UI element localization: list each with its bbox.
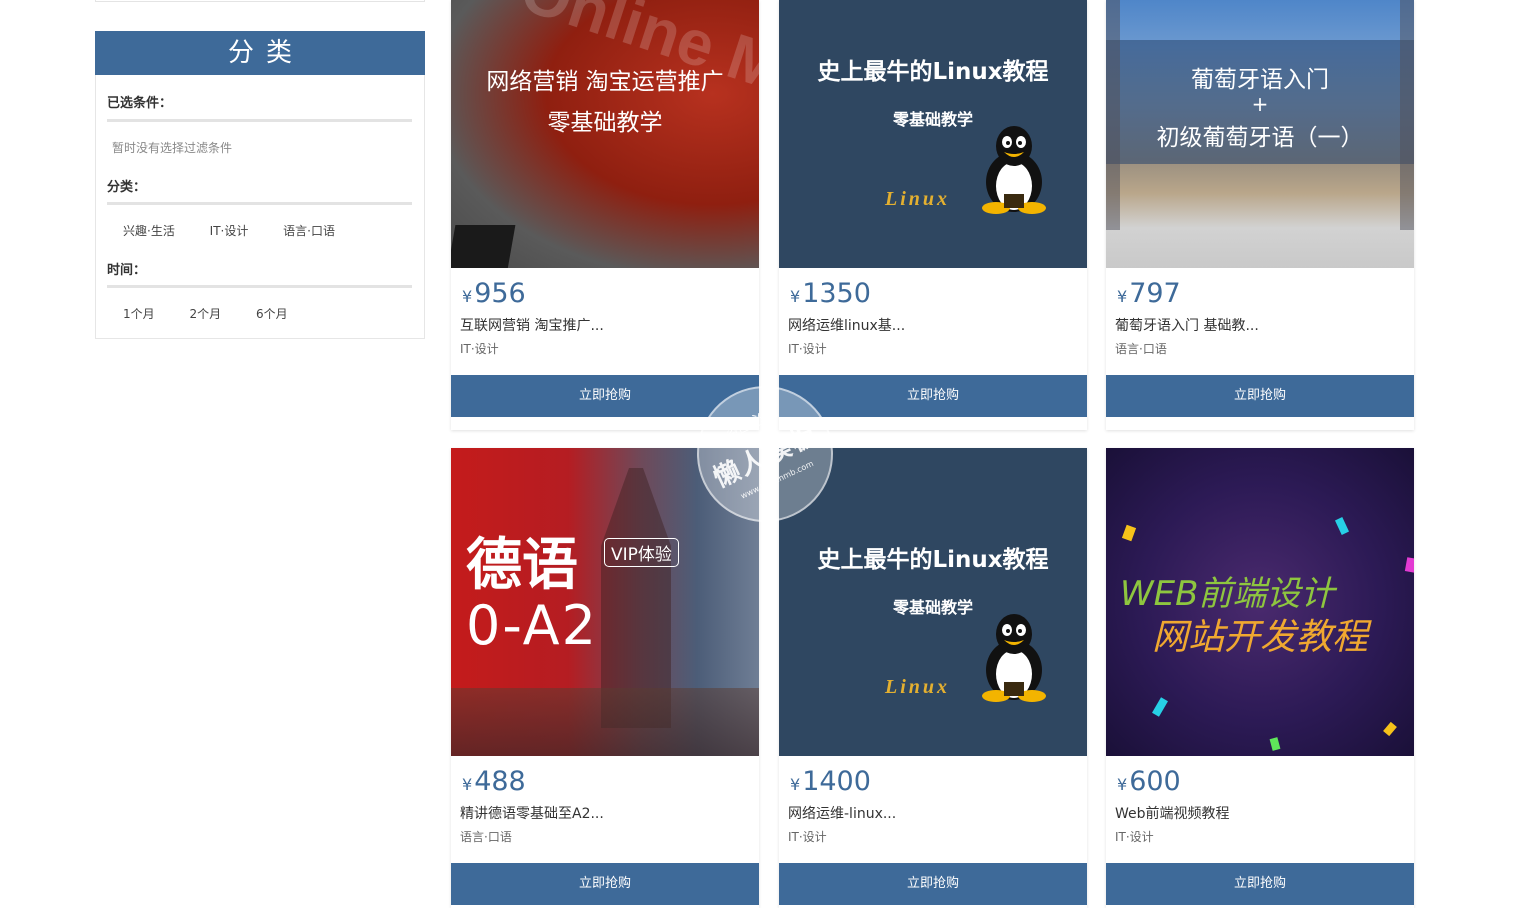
linux-logo-text: Linux xyxy=(885,676,951,698)
buy-now-button[interactable]: 立即抢购 xyxy=(779,375,1087,417)
sidebar-header: 分类 xyxy=(95,31,425,75)
currency-symbol: ¥ xyxy=(462,287,473,306)
penguin-icon xyxy=(982,614,1046,702)
product-price: ¥600 xyxy=(1117,766,1181,797)
time-filter-1-month[interactable]: 1个月 xyxy=(123,305,155,322)
linux-logo-text: Linux xyxy=(885,188,951,210)
thumb-subtitle: 初级葡萄牙语（一） xyxy=(1156,125,1364,151)
product-card[interactable]: WEB前端设计 网站开发教程 ¥600 Web前端视频教程 IT·设计 立即抢购 xyxy=(1106,448,1414,908)
confetti-shape xyxy=(1152,697,1168,717)
street-shape xyxy=(451,688,759,756)
product-category: IT·设计 xyxy=(788,830,827,844)
product-card[interactable]: 史上最牛的Linux教程 零基础教学 Linux ¥1350 网络运维linux… xyxy=(779,0,1087,430)
price-value: 797 xyxy=(1129,278,1181,309)
category-label: 分类： xyxy=(107,180,147,195)
thumb-title: 葡萄牙语入门 xyxy=(1191,67,1329,93)
product-thumbnail[interactable]: 史上最牛的Linux教程 零基础教学 Linux xyxy=(779,0,1087,268)
buy-now-button[interactable]: 立即抢购 xyxy=(1106,863,1414,905)
time-label: 时间： xyxy=(107,263,147,278)
product-card[interactable]: Online Marketing 网络营销 淘宝运营推广 零基础教学 ¥956 … xyxy=(451,0,759,430)
category-filter-hobby[interactable]: 兴趣·生活 xyxy=(123,222,175,239)
product-thumbnail[interactable]: 葡萄牙语入门 + 初级葡萄牙语（一） xyxy=(1106,0,1414,268)
thumb-subtitle: 零基础教学 xyxy=(547,110,663,136)
product-thumbnail[interactable]: WEB前端设计 网站开发教程 xyxy=(1106,448,1414,756)
currency-symbol: ¥ xyxy=(1117,287,1128,306)
product-title[interactable]: 互联网营销 淘宝推广... xyxy=(460,315,604,335)
product-title[interactable]: Web前端视频教程 xyxy=(1115,803,1230,823)
keyboard-key-shape xyxy=(451,225,516,268)
confetti-shape xyxy=(1404,557,1414,573)
product-title[interactable]: 网络运维linux基... xyxy=(788,315,905,335)
product-category: IT·设计 xyxy=(788,342,827,356)
price-value: 488 xyxy=(474,766,526,797)
product-price: ¥1350 xyxy=(790,278,871,309)
confetti-shape xyxy=(1383,721,1397,737)
category-filter-row: 兴趣·生活 IT·设计 语言·口语 xyxy=(123,222,335,239)
thumb-title: 史上最牛的Linux教程 xyxy=(817,59,1049,85)
product-category: 语言·口语 xyxy=(1115,342,1167,356)
price-value: 1400 xyxy=(802,766,871,797)
product-category: IT·设计 xyxy=(460,342,499,356)
penguin-icon xyxy=(982,126,1046,214)
currency-symbol: ¥ xyxy=(1117,775,1128,794)
category-filter-language[interactable]: 语言·口语 xyxy=(283,222,335,239)
product-title[interactable]: 葡萄牙语入门 基础教... xyxy=(1115,315,1259,335)
thumb-title: 史上最牛的Linux教程 xyxy=(817,547,1049,573)
buy-now-button[interactable]: 立即抢购 xyxy=(451,863,759,905)
thumb-subtitle: 网站开发教程 xyxy=(1152,617,1369,658)
product-price: ¥797 xyxy=(1117,278,1181,309)
price-value: 956 xyxy=(474,278,526,309)
time-filter-6-months[interactable]: 6个月 xyxy=(256,305,288,322)
product-card[interactable]: 史上最牛的Linux教程 零基础教学 Linux ¥1400 网络运维-linu… xyxy=(779,448,1087,908)
product-title[interactable]: 网络运维-linux... xyxy=(788,803,896,823)
buy-now-button[interactable]: 立即抢购 xyxy=(779,863,1087,905)
thumb-plus: + xyxy=(1251,92,1269,116)
product-thumbnail[interactable]: Online Marketing 网络营销 淘宝运营推广 零基础教学 xyxy=(451,0,759,268)
currency-symbol: ¥ xyxy=(462,775,473,794)
divider xyxy=(107,202,412,205)
divider xyxy=(107,285,412,288)
thumb-title: 网络营销 淘宝运营推广 xyxy=(486,69,724,95)
product-price: ¥1400 xyxy=(790,766,871,797)
time-filter-2-months[interactable]: 2个月 xyxy=(189,305,221,322)
previous-panel-edge xyxy=(95,0,425,2)
thumb-subtitle: 0-A2 xyxy=(466,594,598,657)
product-category: 语言·口语 xyxy=(460,830,512,844)
price-value: 600 xyxy=(1129,766,1181,797)
vip-badge: VIP体验 xyxy=(604,538,679,567)
buy-now-button[interactable]: 立即抢购 xyxy=(1106,375,1414,417)
price-value: 1350 xyxy=(802,278,871,309)
filter-sidebar: 分类 已选条件： 暂时没有选择过滤条件 分类： 兴趣·生活 IT·设计 语言·口… xyxy=(95,31,425,339)
confetti-shape xyxy=(1121,524,1137,542)
product-price: ¥488 xyxy=(462,766,526,797)
no-filter-note: 暂时没有选择过滤条件 xyxy=(112,141,233,155)
product-card[interactable]: 葡萄牙语入门 + 初级葡萄牙语（一） ¥797 葡萄牙语入门 基础教... 语言… xyxy=(1106,0,1414,430)
confetti-shape xyxy=(1269,737,1281,751)
confetti-shape xyxy=(1334,517,1350,535)
product-category: IT·设计 xyxy=(1115,830,1154,844)
product-title[interactable]: 精讲德语零基础至A2... xyxy=(460,803,604,823)
thumb-title: 德语 xyxy=(466,533,578,598)
currency-symbol: ¥ xyxy=(790,287,801,306)
selected-conditions-label: 已选条件： xyxy=(107,96,173,111)
product-price: ¥956 xyxy=(462,278,526,309)
divider xyxy=(107,119,412,122)
product-card[interactable]: 德语 0-A2 VIP体验 ¥488 精讲德语零基础至A2... 语言·口语 立… xyxy=(451,448,759,908)
product-thumbnail[interactable]: 史上最牛的Linux教程 零基础教学 Linux xyxy=(779,448,1087,756)
time-filter-row: 1个月 2个月 6个月 xyxy=(123,305,288,322)
category-filter-it[interactable]: IT·设计 xyxy=(210,222,249,239)
currency-symbol: ¥ xyxy=(790,775,801,794)
